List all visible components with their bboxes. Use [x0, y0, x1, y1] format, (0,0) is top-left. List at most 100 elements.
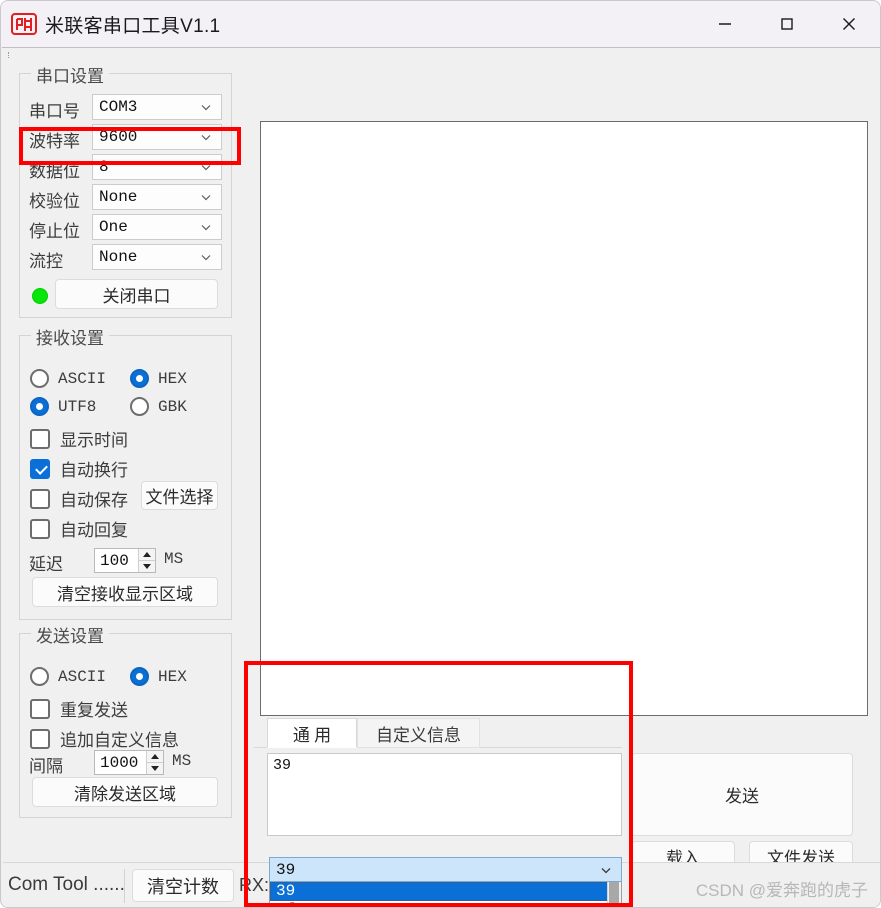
caret-down-icon — [151, 766, 159, 771]
interval-stepper-buttons — [146, 751, 163, 774]
radio-indicator — [30, 369, 49, 388]
recv-format-ascii-label: ASCII — [58, 369, 107, 388]
chevron-down-icon — [201, 255, 211, 261]
recv-format-ascii-radio[interactable]: ASCII — [30, 369, 106, 388]
radio-indicator — [130, 369, 149, 388]
clear-send-button[interactable]: 清除发送区域 — [32, 777, 218, 807]
status-divider — [124, 869, 125, 903]
maximize-icon — [781, 18, 793, 30]
send-history-dropdown-list[interactable]: 39 4f dd ee — [269, 882, 622, 907]
send-history-combo-value: 39 — [276, 860, 296, 879]
show-time-checkbox[interactable]: 显示时间 — [30, 426, 128, 451]
baudrate-label: 波特率 — [29, 132, 80, 151]
databits-combo[interactable]: 8 — [92, 154, 222, 180]
send-text-input[interactable]: 39 — [267, 753, 622, 836]
port-combo[interactable]: COM3 — [92, 94, 222, 120]
baudrate-combo-value: 9600 — [99, 128, 138, 146]
delay-stepper[interactable]: 100 — [94, 548, 156, 573]
delay-increment-button[interactable] — [139, 549, 155, 560]
tab-custom-info[interactable]: 自定义信息 — [357, 718, 480, 748]
caret-down-icon — [143, 564, 151, 569]
window-title: 米联客串口工具V1.1 — [45, 15, 221, 37]
send-format-ascii-radio[interactable]: ASCII — [30, 667, 106, 686]
parity-combo[interactable]: None — [92, 184, 222, 210]
auto-reply-checkbox[interactable]: 自动回复 — [30, 516, 128, 541]
auto-save-checkbox[interactable]: 自动保存 — [30, 486, 128, 511]
interval-decrement-button[interactable] — [147, 762, 163, 774]
interval-value: 1000 — [100, 753, 139, 772]
app-window: 米联客串口工具V1.1 串口设置 串口号 COM3 波特率 9600 数据位 8… — [0, 0, 881, 908]
minimize-button[interactable] — [694, 1, 756, 47]
serial-settings-title: 串口设置 — [31, 62, 109, 87]
interval-increment-button[interactable] — [147, 751, 163, 762]
chevron-down-icon — [601, 867, 611, 873]
chevron-down-icon — [201, 195, 211, 201]
title-bar: 米联客串口工具V1.1 — [1, 1, 880, 47]
auto-wrap-checkbox[interactable]: 自动换行 — [30, 456, 128, 481]
delay-label: 延迟 — [29, 555, 63, 574]
baudrate-combo[interactable]: 9600 — [92, 124, 222, 150]
window-controls — [694, 1, 880, 47]
close-button[interactable] — [818, 1, 880, 47]
interval-unit-label: MS — [172, 752, 192, 770]
send-buttons-panel: 发送 载入 文件发送 — [622, 716, 868, 883]
delay-value: 100 — [100, 551, 129, 570]
radio-indicator — [30, 667, 49, 686]
recv-encoding-gbk-label: GBK — [158, 397, 187, 416]
connection-status-led — [32, 288, 48, 304]
recv-format-hex-label: HEX — [158, 369, 187, 388]
minimize-icon — [719, 23, 731, 25]
repeat-send-checkbox[interactable]: 重复发送 — [30, 696, 128, 721]
auto-wrap-label: 自动换行 — [60, 461, 128, 480]
port-combo-value: COM3 — [99, 98, 138, 116]
clear-receive-button[interactable]: 清空接收显示区域 — [32, 577, 218, 607]
interval-stepper[interactable]: 1000 — [94, 750, 164, 775]
list-item[interactable]: 4f — [270, 901, 621, 907]
stopbits-label: 停止位 — [29, 222, 80, 241]
delay-decrement-button[interactable] — [139, 560, 155, 572]
append-custom-label: 追加自定义信息 — [60, 731, 179, 750]
toggle-serial-button[interactable]: 关闭串口 — [55, 279, 218, 309]
tool-strip — [2, 47, 880, 61]
port-label: 串口号 — [29, 102, 80, 121]
flowcontrol-combo[interactable]: None — [92, 244, 222, 270]
radio-indicator — [130, 397, 149, 416]
recv-encoding-gbk-radio[interactable]: GBK — [130, 397, 187, 416]
send-history-combo[interactable]: 39 — [269, 857, 622, 882]
close-icon — [843, 18, 855, 30]
chevron-down-icon — [201, 165, 211, 171]
send-button[interactable]: 发送 — [631, 753, 853, 836]
flowcontrol-label: 流控 — [29, 252, 63, 271]
append-custom-checkbox[interactable]: 追加自定义信息 — [30, 726, 179, 751]
auto-save-label: 自动保存 — [60, 491, 128, 510]
app-logo-icon — [11, 13, 37, 35]
chevron-down-icon — [201, 225, 211, 231]
checkbox-indicator — [30, 728, 50, 749]
client-area: 串口设置 串口号 COM3 波特率 9600 数据位 8 校验位 None 停止… — [2, 47, 880, 907]
stopbits-combo[interactable]: One — [92, 214, 222, 240]
recv-format-hex-radio[interactable]: HEX — [130, 369, 187, 388]
rx-counter-label: RX: — [239, 875, 270, 895]
checkbox-indicator — [30, 488, 50, 509]
show-time-label: 显示时间 — [60, 431, 128, 450]
caret-up-icon — [151, 754, 159, 759]
scrollbar-thumb[interactable] — [609, 882, 619, 907]
flowcontrol-combo-value: None — [99, 248, 138, 266]
recv-encoding-utf8-label: UTF8 — [58, 397, 97, 416]
recv-encoding-utf8-radio[interactable]: UTF8 — [30, 397, 96, 416]
repeat-send-label: 重复发送 — [60, 701, 128, 720]
dropdown-scrollbar[interactable] — [607, 882, 621, 907]
checkbox-indicator — [30, 458, 50, 479]
parity-label: 校验位 — [29, 192, 80, 211]
tab-general[interactable]: 通 用 — [267, 718, 357, 748]
receive-settings-title: 接收设置 — [31, 324, 109, 349]
receive-display-area[interactable] — [260, 121, 868, 716]
send-format-hex-radio[interactable]: HEX — [130, 667, 187, 686]
checkbox-indicator — [30, 428, 50, 449]
list-item[interactable]: 39 — [270, 882, 621, 901]
file-select-button[interactable]: 文件选择 — [141, 481, 218, 510]
send-format-ascii-label: ASCII — [58, 667, 107, 686]
auto-reply-label: 自动回复 — [60, 521, 128, 540]
maximize-button[interactable] — [756, 1, 818, 47]
clear-count-button[interactable]: 清空计数 — [132, 869, 234, 902]
